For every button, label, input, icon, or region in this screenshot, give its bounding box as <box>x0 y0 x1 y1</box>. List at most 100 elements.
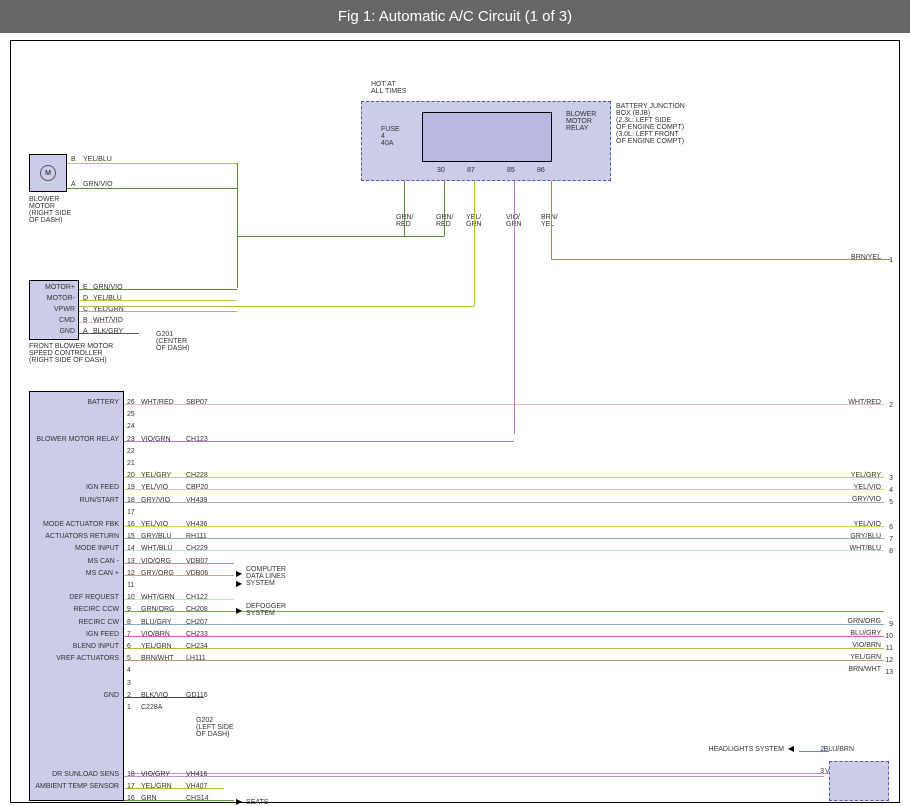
right-num: 11 <box>886 645 893 652</box>
wire <box>79 300 237 301</box>
relay-pin: 85 <box>507 167 515 174</box>
relay-pin: 30 <box>437 167 445 174</box>
pin-name: MODE ACTUATOR FBK <box>31 521 119 528</box>
pin-name: CMD <box>31 317 75 324</box>
gnd2-label: G202 (LEFT SIDE OF DASH) <box>196 717 234 738</box>
wire <box>799 751 829 752</box>
wire <box>551 259 891 260</box>
pin: 24 <box>127 423 135 430</box>
speed-ctrl-label: FRONT BLOWER MOTOR SPEED CONTROLLER (RIG… <box>29 343 113 364</box>
wire <box>79 311 237 312</box>
right-color: YEL/VIO <box>854 521 881 528</box>
right-color: VIO/BRN <box>852 642 881 649</box>
wire <box>124 648 884 649</box>
pin-name: MS CAN - <box>31 558 119 565</box>
pin-name: MS CAN + <box>31 570 119 577</box>
pin-name: ACTUATORS RETURN <box>31 533 119 540</box>
right-color: BLU/GRY <box>850 630 881 637</box>
pin: B <box>71 156 76 163</box>
pin-name: BLOWER MOTOR RELAY <box>31 436 119 443</box>
right-num: 4 <box>889 487 893 494</box>
right-num: 13 <box>885 669 893 676</box>
wire <box>124 624 884 625</box>
wire <box>124 636 884 637</box>
right-color: WHT/RED <box>848 399 881 406</box>
right-color: YEL/VIO <box>854 484 881 491</box>
wire-color: GRN/VIO <box>83 181 113 188</box>
pin-name: DEF REQUEST <box>31 594 119 601</box>
right-num: 1 <box>889 257 893 264</box>
wire <box>79 322 119 323</box>
page-title: Fig 1: Automatic A/C Circuit (1 of 3) <box>0 0 910 33</box>
right-color: GRY/VIO <box>852 496 881 503</box>
wire <box>124 404 884 405</box>
wire <box>124 575 234 576</box>
blower-motor-box: M <box>29 154 67 192</box>
right-color: YEL/GRN <box>850 654 881 661</box>
right-num: 10 <box>885 633 893 640</box>
bjb-label: BATTERY JUNCTION BOX (BJB) (2.3L: LEFT S… <box>616 103 685 145</box>
right-color: GRY/BLU <box>850 533 881 540</box>
arrow-icon: ▶ <box>236 579 242 588</box>
pin-name: VPWR <box>31 306 75 313</box>
pin: 3 <box>127 680 131 687</box>
wiring-diagram: HOT AT ALL TIMES BLOWER MOTOR RELAY BATT… <box>10 40 900 803</box>
arrow-icon: ▶ <box>236 797 242 806</box>
pin: 22 <box>127 448 135 455</box>
relay-pin: 86 <box>537 167 545 174</box>
wire <box>404 181 405 236</box>
gnd-label: G201 (CENTER OF DASH) <box>156 331 189 352</box>
wire <box>129 773 829 774</box>
right-color: WHT/BLU <box>850 545 882 552</box>
right-num: 9 <box>889 621 893 628</box>
wire <box>474 181 475 306</box>
pin-name: BLEND INPUT <box>31 643 119 650</box>
wire <box>237 236 444 237</box>
right-color: BRN/WHT <box>848 666 881 673</box>
computer-system-label: COMPUTER DATA LINES SYSTEM <box>246 566 286 587</box>
pin-name: MOTOR+ <box>31 284 75 291</box>
blower-motor-label: BLOWER MOTOR (RIGHT SIDE OF DASH) <box>29 196 71 224</box>
wire <box>124 550 884 551</box>
right-num: 7 <box>889 536 893 543</box>
wire <box>79 289 237 290</box>
wire <box>124 800 234 801</box>
wire <box>124 660 884 661</box>
pin: 1 <box>127 704 131 711</box>
arrow-icon: ◀ <box>788 744 794 753</box>
pin-name: RUN/START <box>31 497 119 504</box>
wire <box>124 538 884 539</box>
pin-name: IGN FEED <box>31 631 119 638</box>
wire <box>124 502 884 503</box>
right-num: 8 <box>889 548 893 555</box>
pin-name: MOTOR- <box>31 295 75 302</box>
pin-name: BATTERY <box>31 399 119 406</box>
wire-id: C228A <box>141 704 162 711</box>
wire <box>124 526 884 527</box>
pin: 4 <box>127 667 131 674</box>
wire <box>67 188 237 189</box>
pin: 21 <box>127 460 135 467</box>
fuse-label: FUSE 4 40A <box>381 126 400 147</box>
wire <box>124 697 204 698</box>
bottom-right-box <box>829 761 889 801</box>
relay-pin: 87 <box>467 167 475 174</box>
pin: 25 <box>127 411 135 418</box>
wire <box>79 333 139 334</box>
relay-color: BRN/ YEL <box>541 214 558 228</box>
arrow-icon: ▶ <box>236 606 242 615</box>
wire <box>124 776 824 777</box>
wire <box>444 181 445 236</box>
motor-icon: M <box>40 165 56 181</box>
right-color: YEL/GRY <box>851 472 881 479</box>
headlights-label: HEADLIGHTS SYSTEM <box>709 746 784 753</box>
pin: 11 <box>127 582 134 589</box>
relay-label: BLOWER MOTOR RELAY <box>566 111 596 132</box>
pin-name: MODE INPUT <box>31 545 119 552</box>
hot-at-label: HOT AT ALL TIMES <box>371 81 406 95</box>
right-num: 2 <box>889 402 893 409</box>
wire <box>124 477 884 478</box>
relay-box <box>422 112 552 162</box>
pin-name: IGN FEED <box>31 484 119 491</box>
pin: 17 <box>127 509 135 516</box>
